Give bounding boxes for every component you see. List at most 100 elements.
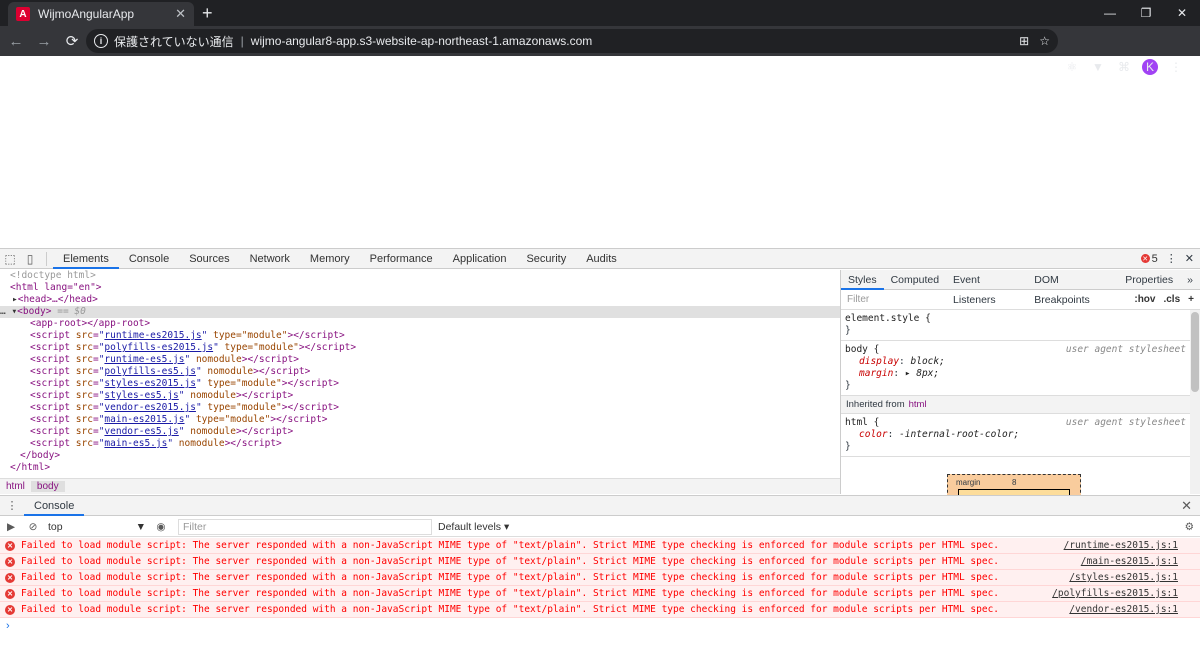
script-src-link[interactable]: vendor-es5.js (104, 426, 178, 437)
address-bar[interactable]: i 保護されていない通信 | wijmo-angular8-app.s3-web… (86, 29, 1058, 53)
context-selector[interactable]: top ▼ (44, 519, 150, 535)
reload-icon[interactable]: ⟳ (60, 29, 84, 53)
error-text: Failed to load module script: The server… (21, 540, 1000, 551)
dom-script-line[interactable]: <script src="runtime-es5.js" nomodule></… (0, 354, 840, 366)
new-tab-button[interactable]: + (202, 4, 213, 22)
dom-script-line[interactable]: <script src="main-es2015.js" type="modul… (0, 414, 840, 426)
console-filter-input[interactable]: Filter (178, 518, 432, 535)
profile-avatar[interactable]: K (1142, 59, 1158, 75)
react-devtools-icon[interactable]: ⚛ (1064, 60, 1080, 74)
dom-body-open[interactable]: … ▾<body> == $0 (0, 306, 840, 318)
error-count-badge[interactable]: ✕ 5 (1140, 253, 1158, 265)
clear-console-icon[interactable]: ⊘ (22, 521, 44, 533)
hov-button[interactable]: :hov (1134, 294, 1155, 305)
dom-app-root[interactable]: <app-root></app-root> (0, 318, 840, 330)
tab-console[interactable]: Console (119, 249, 179, 269)
tab-memory[interactable]: Memory (300, 249, 360, 269)
device-toolbar-icon[interactable]: ▯ (20, 252, 40, 266)
info-icon[interactable]: i (94, 34, 108, 48)
script-attrs: type="module" (218, 342, 299, 353)
tab-event-listeners[interactable]: Event Listeners (946, 270, 1027, 306)
chrome-menu-icon[interactable]: ⋮ (1168, 60, 1184, 74)
forward-icon[interactable]: → (32, 29, 56, 53)
css-property[interactable]: margin: ▸ 8px; (845, 368, 1196, 380)
dom-html-close[interactable]: </html> (0, 462, 840, 474)
maximize-icon[interactable]: ❐ (1128, 0, 1164, 26)
script-src-link[interactable]: vendor-es2015.js (104, 402, 196, 413)
element-style-rule[interactable]: element.style { } (841, 310, 1200, 341)
sidebar-toggle-icon[interactable]: ▶ (0, 521, 22, 533)
dom-body-close[interactable]: </body> (0, 450, 840, 462)
cls-button[interactable]: .cls (1163, 294, 1180, 305)
more-tabs-icon[interactable]: » (1180, 270, 1200, 290)
dom-script-line[interactable]: <script src="main-es5.js" nomodule></scr… (0, 438, 840, 450)
error-source-link[interactable]: /styles-es2015.js:1 (1069, 572, 1178, 583)
styles-filter-input[interactable]: Filter (847, 294, 1126, 305)
dom-script-line[interactable]: <script src="vendor-es2015.js" type="mod… (0, 402, 840, 414)
console-prompt[interactable]: › (6, 620, 10, 632)
minimize-icon[interactable]: — (1092, 0, 1128, 26)
tab-computed[interactable]: Computed (884, 270, 946, 290)
element-style-selector: element.style { (845, 313, 931, 324)
live-expression-eye-icon[interactable]: ◉ (150, 521, 172, 533)
dom-script-line[interactable]: <script src="runtime-es2015.js" type="mo… (0, 330, 840, 342)
script-src-link[interactable]: runtime-es2015.js (104, 330, 201, 341)
error-source-link[interactable]: /vendor-es2015.js:1 (1069, 604, 1178, 615)
dom-head[interactable]: ▸<head>…</head> (0, 294, 840, 306)
drawer-close-icon[interactable]: ✕ (1181, 498, 1200, 514)
tab-styles[interactable]: Styles (841, 270, 884, 290)
tab-audits[interactable]: Audits (576, 249, 627, 269)
script-src-link[interactable]: styles-es2015.js (104, 378, 196, 389)
tab-security[interactable]: Security (516, 249, 576, 269)
dom-script-line[interactable]: <script src="polyfills-es2015.js" type="… (0, 342, 840, 354)
bookmark-star-icon[interactable]: ☆ (1039, 34, 1050, 48)
devtools-menu-icon[interactable]: ⋮ (1166, 252, 1177, 265)
dom-doctype[interactable]: <!doctype html> (0, 270, 840, 282)
tab-performance[interactable]: Performance (360, 249, 443, 269)
html-rule[interactable]: html { user agent stylesheet color: -int… (841, 414, 1200, 457)
dom-script-line[interactable]: <script src="styles-es2015.js" type="mod… (0, 378, 840, 390)
body-rule[interactable]: body { user agent stylesheet display: bl… (841, 341, 1200, 396)
styles-scrollbar-thumb[interactable] (1191, 312, 1199, 392)
url-text[interactable]: wijmo-angular8-app.s3-website-ap-northea… (251, 34, 593, 48)
crumb-html[interactable]: html (0, 481, 31, 492)
script-src-link[interactable]: runtime-es5.js (104, 354, 184, 365)
css-property[interactable]: display: block; (845, 356, 1196, 368)
script-src-link[interactable]: main-es2015.js (104, 414, 184, 425)
tab-close-icon[interactable]: ✕ (175, 6, 186, 22)
browser-tab[interactable]: A WijmoAngularApp ✕ (8, 2, 194, 26)
dom-script-line[interactable]: <script src="vendor-es5.js" nomodule></s… (0, 426, 840, 438)
inherited-tag-link[interactable]: html (909, 399, 927, 410)
dom-script-line[interactable]: <script src="styles-es5.js" nomodule></s… (0, 390, 840, 402)
error-source-link[interactable]: /runtime-es2015.js:1 (1064, 540, 1178, 551)
script-src-link[interactable]: styles-es5.js (104, 390, 178, 401)
tab-properties[interactable]: Properties (1118, 270, 1180, 290)
vue-devtools-icon[interactable]: ▼ (1090, 60, 1106, 74)
dom-html-open[interactable]: <html lang="en"> (0, 282, 840, 294)
script-src-link[interactable]: polyfills-es2015.js (104, 342, 213, 353)
pdf-extension-icon[interactable]: ⌘ (1116, 60, 1132, 74)
devtools-close-icon[interactable]: ✕ (1185, 252, 1194, 265)
tab-sources[interactable]: Sources (179, 249, 239, 269)
add-rule-button[interactable]: + (1188, 294, 1194, 305)
browser-titlebar: A WijmoAngularApp ✕ + — ❐ ✕ (0, 0, 1200, 26)
tab-network[interactable]: Network (240, 249, 300, 269)
crumb-body[interactable]: body (30, 481, 65, 492)
script-src-link[interactable]: main-es5.js (104, 438, 167, 449)
drawer-tab-console[interactable]: Console (24, 496, 85, 516)
dom-script-line[interactable]: <script src="polyfills-es5.js" nomodule>… (0, 366, 840, 378)
script-src-link[interactable]: polyfills-es5.js (104, 366, 196, 377)
gear-icon[interactable]: ⚙ (1185, 521, 1200, 533)
css-property[interactable]: color: -internal-root-color; (845, 429, 1196, 441)
log-levels-dropdown[interactable]: Default levels ▾ (438, 521, 509, 533)
error-source-link[interactable]: /main-es2015.js:1 (1081, 556, 1178, 567)
tab-elements[interactable]: Elements (53, 249, 119, 269)
translate-icon[interactable]: ⊞ (1019, 34, 1029, 48)
error-source-link[interactable]: /polyfills-es2015.js:1 (1052, 588, 1178, 599)
tab-application[interactable]: Application (443, 249, 517, 269)
back-icon[interactable]: ← (4, 29, 28, 53)
drawer-menu-icon[interactable]: ⋮ (0, 499, 24, 512)
close-window-icon[interactable]: ✕ (1164, 0, 1200, 26)
inspect-element-icon[interactable]: ⬚ (0, 252, 20, 266)
tab-dom-breakpoints[interactable]: DOM Breakpoints (1027, 270, 1118, 306)
